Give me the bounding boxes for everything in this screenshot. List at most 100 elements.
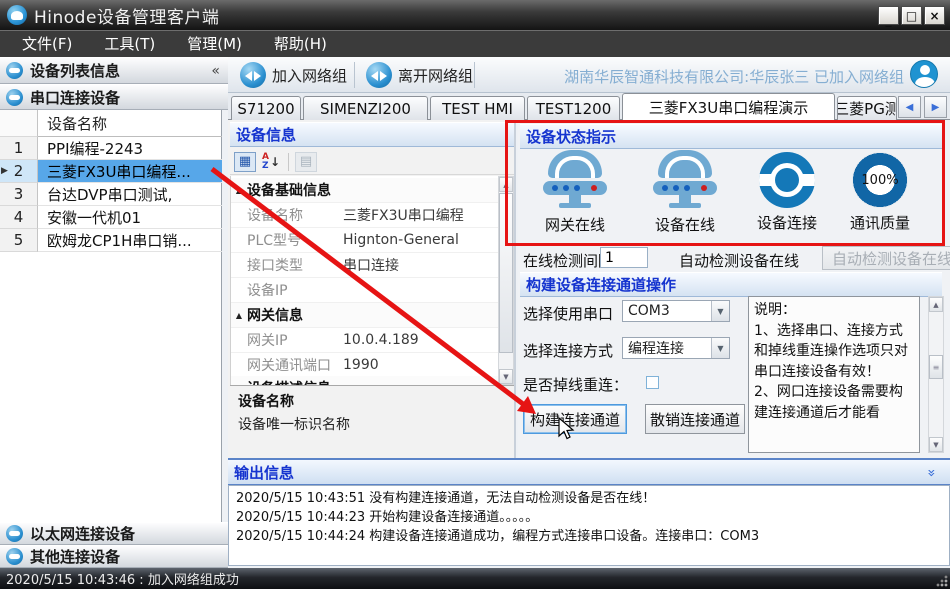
property-pages-icon: ▤ <box>295 152 317 172</box>
user-avatar-icon[interactable] <box>910 60 938 88</box>
property-row-device-name[interactable]: 设备名称 三菱FX3U串口编程 <box>231 203 498 228</box>
property-row-gateway-port[interactable]: 网关通讯端口 1990 <box>231 353 498 378</box>
property-grid-scrollbar[interactable]: ▲ ▼ <box>498 176 514 385</box>
join-network-group-button[interactable]: 加入网络组 <box>232 61 355 89</box>
tab-scroll-left-button[interactable]: ◀ <box>898 96 921 118</box>
reconnect-checkbox[interactable] <box>646 376 659 389</box>
collapse-triangle-icon: ▲ <box>231 186 247 195</box>
close-button[interactable]: × <box>924 6 945 25</box>
build-channel-button[interactable]: 构建连接通道 <box>523 404 627 434</box>
mode-select-label: 选择连接方式 <box>523 340 613 361</box>
serial-select-label: 选择使用串口 <box>523 303 613 324</box>
tab-mitsubishi-pg[interactable]: 三菱PG测 <box>837 96 897 120</box>
log-line: 2020/5/15 10:44:24 构建设备连接通道成功，编程方式连接串口设备… <box>236 527 942 546</box>
category-gateway-info[interactable]: ▲ 网关信息 <box>231 303 498 328</box>
channel-operation-header: 构建设备连接通道操作 <box>520 272 942 297</box>
device-connect-icon <box>759 152 815 208</box>
destroy-channel-button[interactable]: 散销连接通道 <box>645 404 745 434</box>
status-indicator-header: 设备状态指示 <box>520 124 942 149</box>
device-row-2-selected[interactable]: ▶2 三菱FX3U串口编程... <box>0 160 222 183</box>
alphabetical-sort-icon[interactable]: AZ ↓ <box>260 152 282 172</box>
connect-mode-combobox[interactable]: 编程连接 ▼ <box>622 337 730 359</box>
instruction-note: 说明： 1、选择串口、连接方式和掉线重连操作选项只对串口连接设备有效！ 2、网口… <box>748 296 920 453</box>
ethernet-devices-section-header[interactable]: 以太网连接设备 <box>0 522 228 545</box>
device-row-3[interactable]: 3 台达DVP串口测试, <box>0 183 222 206</box>
device-connect-indicator: 设备连接 <box>739 150 835 233</box>
maximize-button[interactable]: □ <box>901 6 922 25</box>
tab-s71200[interactable]: S71200 <box>231 96 301 120</box>
collapse-triangle-icon: ▲ <box>231 311 247 320</box>
chevron-right-icon: ▶ <box>932 102 940 113</box>
device-list-panel-header[interactable]: 设备列表信息 « <box>0 57 228 84</box>
menu-manage[interactable]: 管理(M) <box>171 31 258 57</box>
serial-port-combobox[interactable]: COM3 ▼ <box>622 300 730 322</box>
device-table-header-row: 设备名称 <box>0 110 222 137</box>
serial-devices-section-header[interactable]: 串口连接设备 <box>0 84 228 110</box>
log-line: 2020/5/15 10:43:51 没有构建连接通道，无法自动检测设备是否在线… <box>236 489 942 508</box>
minimize-button[interactable]: _ <box>878 6 899 25</box>
menu-tools[interactable]: 工具(T) <box>88 31 171 57</box>
device-row-5[interactable]: 5 欧姆龙CP1H串口销... <box>0 229 222 252</box>
network-toolbar: 加入网络组 离开网络组 湖南华辰智通科技有限公司:华辰张三 已加入网络组 <box>228 57 950 93</box>
join-network-icon <box>240 62 266 88</box>
menu-file[interactable]: 文件(F) <box>6 31 88 57</box>
scroll-up-icon[interactable]: ▲ <box>499 177 513 192</box>
gateway-online-icon <box>543 150 607 210</box>
device-online-indicator: 设备在线 <box>637 150 733 235</box>
note-scrollbar[interactable]: ▲ ≡ ▼ <box>928 296 944 453</box>
property-row-interface-type[interactable]: 接口类型 串口连接 <box>231 253 498 278</box>
chevron-down-icon[interactable]: ▼ <box>711 338 729 358</box>
scrollbar-thumb[interactable]: ≡ <box>929 355 943 379</box>
output-log-area: 2020/5/15 10:43:51 没有构建连接通道，无法自动检测设备是否在线… <box>228 485 950 566</box>
tab-mitsubishi-fx3u-active[interactable]: 三菱FX3U串口编程演示 <box>622 93 835 121</box>
device-row-4[interactable]: 4 安徽一代机01 <box>0 206 222 229</box>
tab-test-hmi[interactable]: TEST HMI <box>430 96 525 120</box>
log-line: 2020/5/15 10:44:23 开始构建设备连接通道。。。。。 <box>236 508 942 527</box>
serial-devices-icon <box>6 89 23 106</box>
leave-network-group-button[interactable]: 离开网络组 <box>358 61 481 89</box>
selected-property-title: 设备名称 <box>238 391 506 411</box>
device-row-1[interactable]: 1 PPI编程-2243 <box>0 137 222 160</box>
leave-network-icon <box>366 62 392 88</box>
device-online-icon <box>653 150 717 210</box>
resize-grip[interactable] <box>936 575 948 587</box>
property-grid-toolbar: ▦ AZ ↓ ▤ <box>230 149 514 175</box>
scrollbar-thumb[interactable] <box>499 193 513 353</box>
category-device-description[interactable]: 设备描述信息 <box>231 376 498 385</box>
app-logo-icon <box>7 5 27 25</box>
tab-simenzi200[interactable]: SIMENZI200 <box>303 96 428 120</box>
property-row-device-ip[interactable]: 设备IP <box>231 278 498 303</box>
property-row-gateway-ip[interactable]: 网关IP 10.0.4.189 <box>231 328 498 353</box>
scroll-down-icon[interactable]: ▼ <box>929 437 943 452</box>
toolbar-separator <box>474 62 475 88</box>
tab-test1200[interactable]: TEST1200 <box>527 96 620 120</box>
device-name-column-header[interactable]: 设备名称 <box>38 110 222 137</box>
tab-scroll-right-button[interactable]: ▶ <box>924 96 947 118</box>
category-basic-info[interactable]: ▲ 设备基础信息 <box>231 178 498 203</box>
scroll-down-icon[interactable]: ▼ <box>499 369 513 384</box>
device-tab-bar: S71200 SIMENZI200 TEST HMI TEST1200 三菱FX… <box>228 93 950 120</box>
gateway-online-indicator: 网关在线 <box>527 150 623 235</box>
auto-detect-button: 自动检测设备在线 <box>822 246 950 270</box>
property-grid: ▲ 设备基础信息 设备名称 三菱FX3U串口编程 PLC型号 Hignton-G… <box>230 176 498 385</box>
menu-bar: 文件(F) 工具(T) 管理(M) 帮助(H) <box>0 30 950 57</box>
categorized-view-icon[interactable]: ▦ <box>234 152 256 172</box>
menu-help[interactable]: 帮助(H) <box>258 31 343 57</box>
chevron-down-icon[interactable]: ▼ <box>711 301 729 321</box>
other-devices-icon <box>6 548 23 565</box>
interval-input[interactable] <box>600 247 648 268</box>
device-list-icon <box>6 62 23 79</box>
property-row-plc-model[interactable]: PLC型号 Hignton-General <box>231 228 498 253</box>
chevron-left-icon: ◀ <box>906 102 914 113</box>
device-info-header: 设备信息 <box>230 122 514 147</box>
comm-quality-indicator: 100% 通讯质量 <box>832 150 928 233</box>
other-devices-section-header[interactable]: 其他连接设备 <box>0 545 228 568</box>
reconnect-label: 是否掉线重连： <box>523 374 628 395</box>
scroll-up-icon[interactable]: ▲ <box>929 297 943 312</box>
selected-row-marker-icon: ▶ <box>1 166 8 176</box>
sidebar-collapse-icon[interactable]: « <box>211 63 220 79</box>
property-description-box: 设备名称 设备唯一标识名称 <box>230 385 514 457</box>
status-bar: 2020/5/15 10:43:46 : 加入网络组成功 <box>0 568 950 589</box>
company-status-text: 湖南华辰智通科技有限公司:华辰张三 已加入网络组 <box>564 66 904 87</box>
output-collapse-icon[interactable]: « <box>924 469 940 478</box>
